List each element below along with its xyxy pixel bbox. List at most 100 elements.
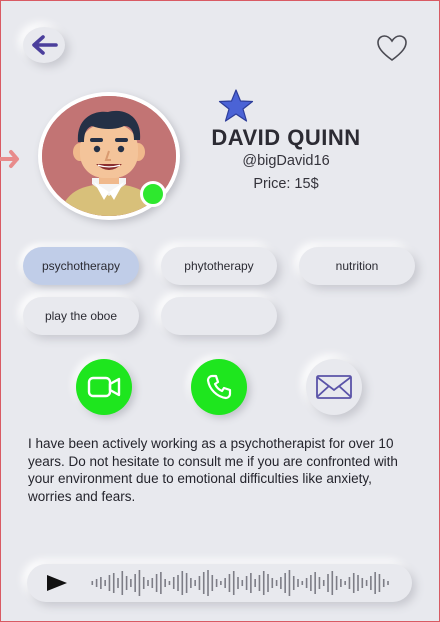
tag-chip-empty[interactable] [161,297,277,335]
waveform-bar [370,576,372,590]
waveform-bar [155,574,158,592]
waveform-bar [284,573,286,593]
audio-waveform[interactable] [91,568,391,598]
waveform-bar [374,572,376,594]
envelope-icon [316,375,352,399]
waveform-bar [318,577,321,589]
bio-text: I have been actively working as a psycho… [28,436,398,504]
waveform-bar [250,573,252,593]
waveform-bar [91,581,94,585]
waveform-bar [138,570,141,596]
favorite-button[interactable] [375,33,409,63]
waveform-bar [297,579,299,587]
tag-chip-label: nutrition [335,259,379,273]
waveform-bar [147,580,149,586]
waveform-bar [387,581,389,585]
waveform-bar [100,577,102,589]
tag-chip-label: psychotherapy [41,259,121,273]
video-call-button[interactable] [76,359,132,415]
waveform-bar [267,574,269,592]
waveform-bar [177,575,179,591]
waveform-bar [168,581,171,585]
waveform-bar [164,579,166,587]
waveform-bar [232,571,235,595]
waveform-bar [104,580,106,586]
waveform-bar [322,580,325,586]
waveform-bar [378,574,381,592]
waveform-bar [340,579,342,587]
heart-icon [377,35,407,61]
waveform-bar [335,576,338,590]
waveform-bar [241,580,244,586]
waveform-bar [301,581,304,585]
arrow-left-icon [32,35,58,55]
waveform-bar [348,577,351,589]
tag-chip-nutrition[interactable]: nutrition [299,247,415,285]
waveform-bar [365,580,368,586]
waveform-bar [228,574,231,592]
play-icon[interactable] [45,574,69,592]
waveform-bar [172,577,175,589]
phone-icon [206,374,232,400]
waveform-bar [327,574,329,592]
waveform-bar [112,573,115,593]
send-message-button[interactable] [306,359,362,415]
tag-chip-label: phytotherapy [184,259,254,273]
waveform-bar [357,575,359,591]
waveform-bar [185,573,188,593]
tag-chip-label: play the oboe [44,309,118,323]
waveform-bar [292,576,295,590]
waveform-bar [151,578,154,588]
tag-chip-phytotherapy[interactable]: phytotherapy [161,247,277,285]
tag-chip-play-the-oboe[interactable]: play the oboe [23,297,139,335]
waveform-bar [258,575,261,591]
waveform-bar [181,571,184,595]
online-status-dot [140,181,166,207]
waveform-bar [310,575,312,591]
waveform-bar [220,581,222,585]
audio-player [27,564,412,602]
waveform-bar [288,570,291,596]
profile-handle: @bigDavid16 [242,153,330,169]
waveform-bar [352,573,355,593]
waveform-bar [142,577,145,589]
waveform-bar [134,574,136,592]
waveform-bar [254,579,256,587]
waveform-bar [237,577,239,589]
waveform-bar [331,571,334,595]
waveform-bar [262,571,265,595]
tag-chip-psychotherapy[interactable]: psychotherapy [23,247,139,285]
waveform-bar [382,579,385,587]
profile-screen: DAVID QUINN @bigDavid16 Price: 15$ psych… [0,0,440,622]
waveform-bar [95,579,98,587]
waveform-bar [271,578,274,588]
waveform-bar [361,578,364,588]
waveform-bar [215,579,218,587]
waveform-bar [202,572,205,594]
waveform-bar [108,575,111,591]
waveform-bar [121,571,124,595]
pointer-arrow-icon [0,150,19,168]
waveform-bar [190,578,192,588]
voice-call-button[interactable] [191,359,247,415]
waveform-bar [211,575,214,591]
waveform-bar [207,570,209,596]
price-label: Price: 15$ [253,176,319,192]
waveform-bar [224,578,226,588]
star-icon [218,89,254,122]
waveform-bar [305,578,308,588]
waveform-bar [125,576,128,590]
waveform-bar [280,577,282,589]
waveform-bar [160,572,162,594]
waveform-bar [275,580,278,586]
waveform-bar [198,576,201,590]
video-camera-icon [87,376,121,398]
back-button[interactable] [23,27,65,63]
waveform-bar [344,581,346,585]
waveform-bar [245,576,248,590]
waveform-bar [194,580,196,586]
waveform-bar [130,579,132,587]
waveform-bar [314,572,316,594]
waveform-bar [117,578,119,588]
profile-name: DAVID QUINN [211,125,361,150]
